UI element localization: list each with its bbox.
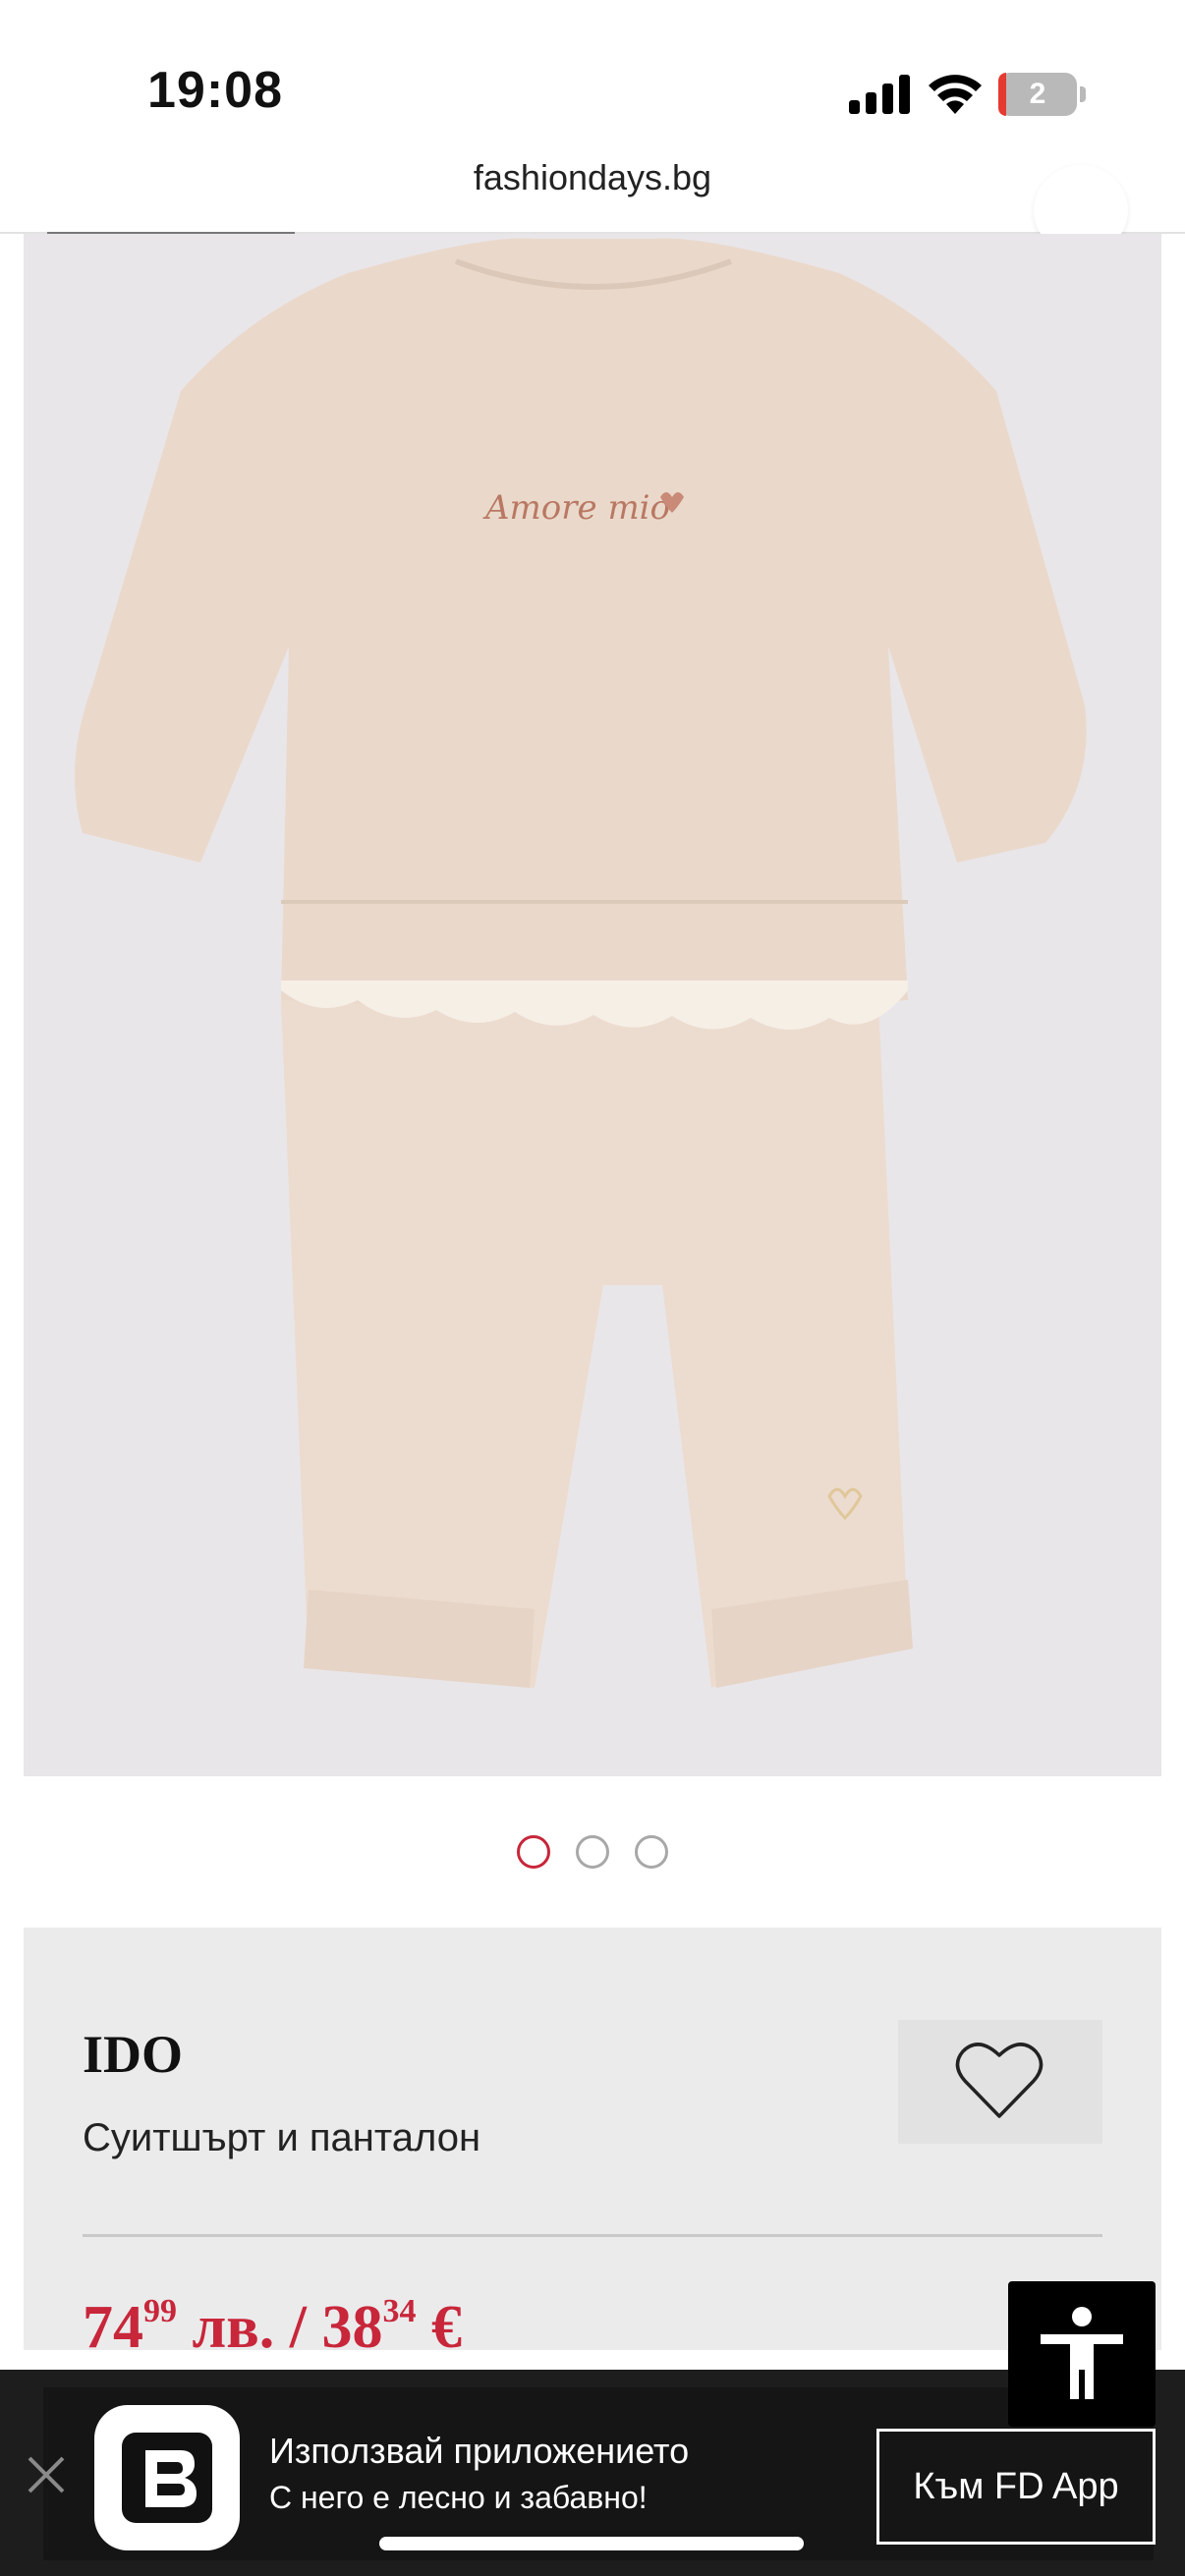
accessibility-button[interactable] xyxy=(1008,2281,1156,2427)
price-bgn-dec: 99 xyxy=(143,2293,177,2329)
battery-level: 2 xyxy=(1029,78,1046,110)
cellular-signal-icon xyxy=(849,75,910,114)
carousel-dot-3[interactable] xyxy=(635,1835,668,1869)
battery-cap xyxy=(1080,86,1086,102)
open-app-button[interactable]: Към FD App xyxy=(876,2429,1156,2545)
price-bgn-unit: лв. xyxy=(192,2294,275,2361)
fd-logo-icon xyxy=(122,2433,212,2523)
banner-title: Използвай приложението xyxy=(269,2431,690,2471)
app-logo xyxy=(94,2405,240,2550)
favorite-button[interactable] xyxy=(898,2020,1102,2144)
home-indicator[interactable] xyxy=(379,2537,804,2550)
price-eur-unit: € xyxy=(431,2294,463,2361)
product-image[interactable]: Amore mio xyxy=(24,234,1161,1776)
price-eur-int: 38 xyxy=(321,2294,383,2361)
price-separator: / xyxy=(289,2294,308,2361)
heart-icon xyxy=(955,2043,1044,2118)
battery-icon: 2 xyxy=(998,73,1077,116)
embroidered-text: Amore mio xyxy=(482,488,670,528)
product-title: Суитшърт и панталон xyxy=(83,2116,481,2159)
url-text[interactable]: fashiondays.bg xyxy=(474,157,711,197)
close-icon[interactable] xyxy=(22,2450,71,2499)
divider xyxy=(83,2234,1102,2237)
status-time: 19:08 xyxy=(147,62,283,119)
price-eur-dec: 34 xyxy=(382,2293,417,2329)
carousel-pagination xyxy=(0,1835,1185,1871)
product-illustration: Amore mio xyxy=(75,238,1087,1688)
wifi-icon xyxy=(929,75,982,114)
banner-subtitle: С него е лесно и забавно! xyxy=(269,2480,648,2515)
accessibility-icon xyxy=(1041,2307,1123,2399)
price-bgn-int: 74 xyxy=(83,2294,143,2361)
carousel-dot-2[interactable] xyxy=(576,1835,609,1869)
carousel-dot-1[interactable] xyxy=(517,1835,550,1869)
status-bar: 19:08 2 xyxy=(0,0,1185,147)
product-info-card: IDO Суитшърт и панталон 7499 лв. / 3834 … xyxy=(24,1928,1161,2361)
brand-name[interactable]: IDO xyxy=(83,2024,183,2085)
address-bar[interactable]: fashiondays.bg xyxy=(0,157,1185,232)
product-price: 7499 лв. / 3834 € xyxy=(83,2293,462,2363)
